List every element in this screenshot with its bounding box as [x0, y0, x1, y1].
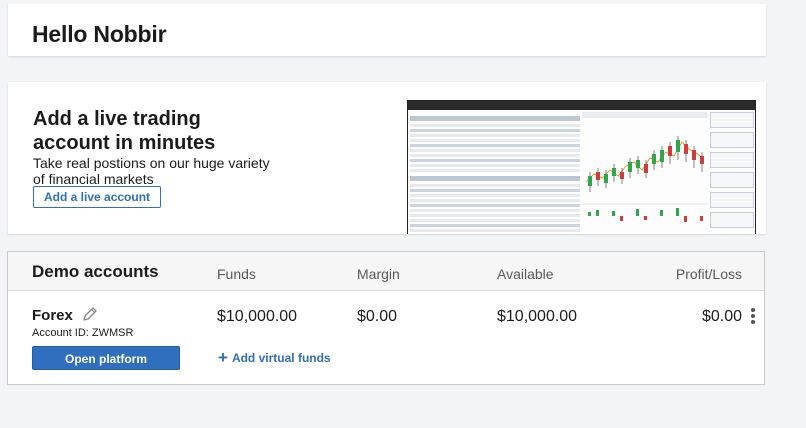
live-account-promo: Add a live trading account in minutes Ta…	[8, 82, 766, 234]
funds-column-header: Funds	[217, 266, 256, 282]
preview-side-panel	[710, 112, 754, 234]
promo-subtitle: Take real postions on our huge variety o…	[33, 155, 270, 187]
preview-market-list	[410, 112, 580, 234]
profit-loss-value: $0.00	[701, 308, 742, 325]
greeting-card: Hello Nobbir	[8, 4, 766, 56]
plus-icon: +	[218, 348, 228, 367]
promo-title: Add a live trading account in minutes	[33, 108, 216, 154]
add-live-account-button[interactable]: Add a live account	[33, 186, 162, 208]
more-vertical-icon[interactable]	[749, 308, 757, 326]
account-name: Forex	[32, 307, 73, 324]
account-id: Account ID: ZWMSR	[32, 327, 134, 339]
profit-loss-column-header: Profit/Loss	[675, 266, 742, 282]
margin-value: $0.00	[357, 308, 398, 325]
available-column-header: Available	[497, 266, 554, 282]
page-title: Hello Nobbir	[32, 21, 167, 47]
preview-toolbar	[408, 101, 755, 110]
platform-preview-image	[407, 100, 756, 234]
demo-accounts-title: Demo accounts	[32, 262, 159, 281]
add-virtual-funds-link[interactable]: + Add virtual funds	[218, 348, 331, 367]
open-platform-button[interactable]: Open platform	[32, 346, 180, 370]
preview-candlestick-chart	[582, 112, 708, 234]
margin-column-header: Margin	[357, 266, 400, 282]
funds-value: $10,000.00	[217, 308, 298, 325]
available-value: $10,000.00	[497, 308, 578, 325]
demo-accounts-header: Demo accounts Funds Margin Available Pro…	[8, 252, 764, 291]
demo-accounts-panel: Demo accounts Funds Margin Available Pro…	[7, 251, 765, 385]
add-virtual-funds-label: Add virtual funds	[231, 351, 331, 365]
pencil-icon[interactable]	[81, 305, 99, 323]
